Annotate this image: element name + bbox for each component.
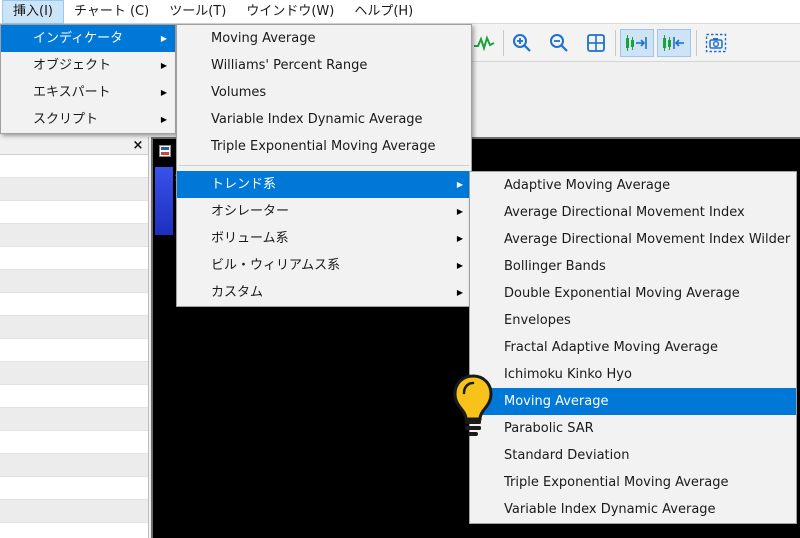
menu-item-vidya[interactable]: Variable Index Dynamic Average	[470, 496, 796, 523]
list-item[interactable]	[0, 477, 148, 500]
menu-item-adx-wilder[interactable]: Average Directional Movement Index Wilde…	[470, 226, 796, 253]
menu-item-parabolic-sar[interactable]: Parabolic SAR	[470, 415, 796, 442]
menu-item-label: スクリプト	[33, 112, 99, 127]
list-item[interactable]	[0, 500, 148, 523]
menu-item-envelopes[interactable]: Envelopes	[470, 307, 796, 334]
menu-item-custom[interactable]: カスタム ▶	[177, 279, 471, 306]
line-chart-icon[interactable]	[470, 29, 498, 57]
recent-indicator-item[interactable]: Triple Exponential Moving Average	[177, 133, 471, 160]
list-item[interactable]	[0, 316, 148, 339]
close-icon[interactable]: ×	[132, 137, 144, 155]
list-item[interactable]	[0, 293, 148, 316]
recent-indicator-item[interactable]: Williams' Percent Range	[177, 52, 471, 79]
menu-item-standard-deviation[interactable]: Standard Deviation	[470, 442, 796, 469]
menu-item-bill-williams[interactable]: ビル・ウィリアムス系 ▶	[177, 252, 471, 279]
grid-icon[interactable]	[582, 29, 610, 57]
auto-scroll-icon[interactable]	[620, 29, 654, 57]
zoom-in-icon[interactable]	[508, 29, 536, 57]
menu-item-adaptive-moving-average[interactable]: Adaptive Moving Average	[470, 172, 796, 199]
submenu-arrow-icon: ▶	[456, 180, 463, 189]
list-item[interactable]	[0, 408, 148, 431]
menu-item-frama[interactable]: Fractal Adaptive Moving Average	[470, 334, 796, 361]
menu-chart[interactable]: チャート (C)	[64, 0, 159, 24]
menu-item-scripts[interactable]: スクリプト ▶	[1, 106, 175, 133]
menu-item-volumes[interactable]: ボリューム系 ▶	[177, 225, 471, 252]
submenu-arrow-icon: ▶	[160, 61, 167, 70]
menu-item-oscillators[interactable]: オシレーター ▶	[177, 198, 471, 225]
list-item[interactable]	[0, 201, 148, 224]
submenu-arrow-icon: ▶	[160, 34, 167, 43]
submenu-arrow-icon: ▶	[456, 207, 463, 216]
recent-indicator-item[interactable]: Volumes	[177, 79, 471, 106]
submenu-arrow-icon: ▶	[160, 115, 167, 124]
menu-item-indicators[interactable]: インディケータ ▶	[1, 25, 175, 52]
trend-indicators-menu: Adaptive Moving Average Average Directio…	[469, 171, 797, 524]
menu-item-experts[interactable]: エキスパート ▶	[1, 79, 175, 106]
menu-item-label: カスタム	[211, 285, 264, 300]
list-item[interactable]	[0, 270, 148, 293]
menu-item-label: ボリューム系	[211, 231, 289, 246]
menu-item-adx[interactable]: Average Directional Movement Index	[470, 199, 796, 226]
screenshot-icon[interactable]	[702, 29, 730, 57]
menu-item-label: トレンド系	[211, 177, 277, 192]
submenu-arrow-icon: ▶	[456, 288, 463, 297]
panel-header: ×	[0, 137, 148, 155]
list-item[interactable]	[0, 224, 148, 247]
menu-tools[interactable]: ツール(T)	[159, 0, 236, 24]
submenu-arrow-icon: ▶	[160, 88, 167, 97]
menu-item-trend[interactable]: トレンド系 ▶	[177, 171, 471, 198]
menu-item-dema[interactable]: Double Exponential Moving Average	[470, 280, 796, 307]
list-item[interactable]	[0, 385, 148, 408]
list-item[interactable]	[0, 454, 148, 477]
submenu-arrow-icon: ▶	[456, 261, 463, 270]
recent-indicator-item[interactable]: Variable Index Dynamic Average	[177, 106, 471, 133]
menu-item-label: オブジェクト	[33, 58, 112, 73]
menu-item-label: ビル・ウィリアムス系	[211, 258, 341, 273]
menu-item-tema[interactable]: Triple Exponential Moving Average	[470, 469, 796, 496]
submenu-arrow-icon: ▶	[456, 234, 463, 243]
menu-bar: 挿入(I) チャート (C) ツール(T) ウインドウ(W) ヘルプ(H)	[0, 0, 800, 24]
menu-separator	[179, 165, 469, 166]
chart-label-strip	[155, 167, 173, 235]
chart-window-icon	[159, 145, 171, 157]
indicators-menu: Moving Average Williams' Percent Range V…	[176, 24, 472, 307]
menu-item-bollinger-bands[interactable]: Bollinger Bands	[470, 253, 796, 280]
list-item[interactable]	[0, 362, 148, 385]
list-item[interactable]	[0, 431, 148, 454]
navigator-panel: ×	[0, 137, 149, 538]
menu-help[interactable]: ヘルプ(H)	[344, 0, 423, 24]
list-item[interactable]	[0, 339, 148, 362]
menu-window[interactable]: ウインドウ(W)	[236, 0, 344, 24]
menu-item-label: オシレーター	[211, 204, 290, 219]
menu-item-label: インディケータ	[33, 31, 124, 46]
insert-menu: インディケータ ▶ オブジェクト ▶ エキスパート ▶ スクリプト ▶	[0, 24, 176, 134]
menu-item-moving-average[interactable]: Moving Average	[470, 388, 796, 415]
list-item[interactable]	[0, 155, 148, 178]
lightbulb-icon	[451, 373, 495, 439]
menu-insert[interactable]: 挿入(I)	[2, 0, 64, 24]
menu-item-ichimoku[interactable]: Ichimoku Kinko Hyo	[470, 361, 796, 388]
list-item[interactable]	[0, 178, 148, 201]
list-item[interactable]	[0, 247, 148, 270]
chart-shift-icon[interactable]	[657, 29, 691, 57]
recent-indicator-item[interactable]: Moving Average	[177, 25, 471, 52]
menu-item-objects[interactable]: オブジェクト ▶	[1, 52, 175, 79]
zoom-out-icon[interactable]	[545, 29, 573, 57]
menu-item-label: エキスパート	[33, 85, 111, 100]
